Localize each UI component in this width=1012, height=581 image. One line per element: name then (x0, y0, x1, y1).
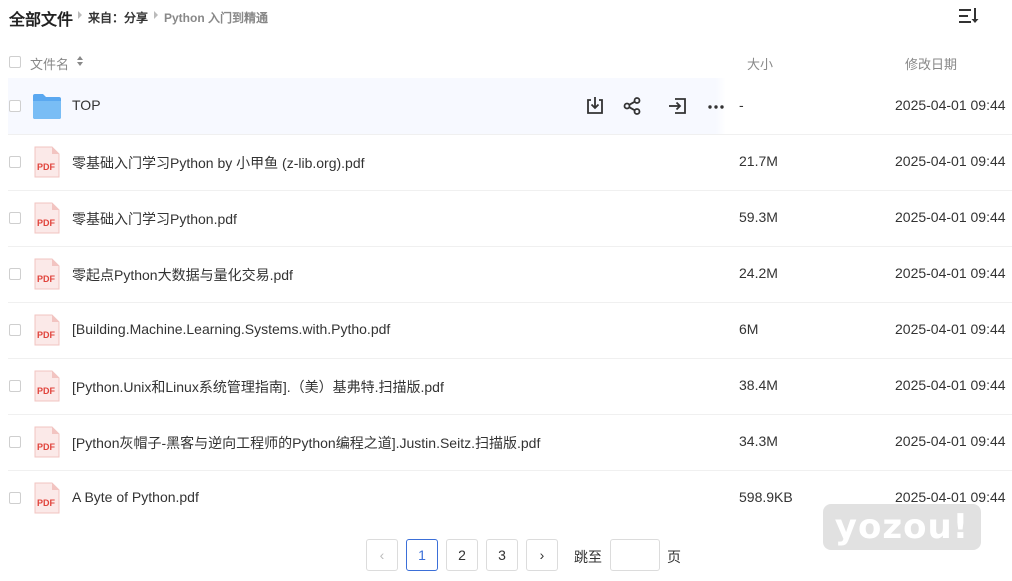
file-size: 34.3M (739, 433, 778, 449)
column-header-size: 大小 (747, 57, 774, 72)
file-date: 2025-04-01 09:44 (895, 265, 1006, 281)
file-size: 598.9KB (739, 489, 793, 505)
top-bar: 全部文件 来自：分享 Python 入门到精通 (0, 0, 1012, 34)
watermark-logo: yozou! (823, 504, 981, 550)
file-date: 2025-04-01 09:44 (895, 97, 1006, 113)
pdf-file-icon: PDF (32, 426, 62, 458)
page-button-1[interactable]: 1 (406, 539, 438, 571)
file-date: 2025-04-01 09:44 (895, 433, 1006, 449)
row-checkbox[interactable] (9, 492, 21, 504)
pdf-badge-text: PDF (37, 162, 56, 172)
row-checkbox[interactable] (9, 212, 21, 224)
breadcrumb-current: Python 入门到精通 (164, 11, 268, 25)
file-size: 38.4M (739, 377, 778, 393)
file-size: 59.3M (739, 209, 778, 225)
table-row[interactable]: PDF 零基础入门学习Python by 小甲鱼 (z-lib.org).pdf… (8, 134, 1012, 191)
pdf-file-icon: PDF (32, 314, 62, 346)
table-row[interactable]: PDF [Python灰帽子-黑客与逆向工程师的Python编程之道].Just… (8, 414, 1012, 471)
pdf-badge-text: PDF (37, 498, 56, 508)
jump-page-input[interactable] (610, 539, 660, 571)
save-to-icon[interactable] (666, 94, 690, 118)
table-header: 文件名 大小 修改日期 (0, 46, 1012, 78)
jump-to-label: 跳至 (574, 549, 602, 565)
page-suffix-label: 页 (667, 549, 681, 565)
more-icon[interactable] (704, 94, 728, 118)
select-all-checkbox[interactable] (9, 56, 21, 68)
page-title: 全部文件 (9, 12, 74, 29)
next-page-button[interactable]: › (526, 539, 558, 571)
table-row[interactable]: PDF 零基础入门学习Python.pdf 59.3M 2025-04-01 0… (8, 190, 1012, 247)
file-date: 2025-04-01 09:44 (895, 153, 1006, 169)
breadcrumb-separator-icon (78, 11, 82, 19)
sort-list-icon[interactable] (956, 6, 980, 26)
pdf-file-icon: PDF (32, 146, 62, 178)
file-name[interactable]: 零基础入门学习Python by 小甲鱼 (z-lib.org).pdf (72, 153, 365, 173)
pdf-file-icon: PDF (32, 370, 62, 402)
table-row[interactable]: PDF 零起点Python大数据与量化交易.pdf 24.2M 2025-04-… (8, 246, 1012, 303)
file-size: 6M (739, 321, 759, 337)
download-icon[interactable] (583, 94, 607, 118)
file-name[interactable]: TOP (72, 97, 101, 113)
file-date: 2025-04-01 09:44 (895, 489, 1006, 505)
prev-page-button[interactable]: ‹ (366, 539, 398, 571)
pdf-file-icon: PDF (32, 202, 62, 234)
file-name[interactable]: [Python灰帽子-黑客与逆向工程师的Python编程之道].Justin.S… (72, 433, 540, 453)
pdf-badge-text: PDF (37, 442, 56, 452)
folder-icon (32, 90, 62, 122)
file-date: 2025-04-01 09:44 (895, 209, 1006, 225)
pdf-badge-text: PDF (37, 386, 56, 396)
row-checkbox[interactable] (9, 268, 21, 280)
pdf-badge-text: PDF (37, 330, 56, 340)
file-size: - (739, 97, 744, 113)
table-row[interactable]: PDF [Python.Unix和Linux系统管理指南].（美）基弗特.扫描版… (8, 358, 1012, 415)
file-name[interactable]: 零起点Python大数据与量化交易.pdf (72, 265, 293, 285)
row-checkbox[interactable] (9, 380, 21, 392)
file-name[interactable]: [Building.Machine.Learning.Systems.with.… (72, 321, 390, 337)
sort-arrows-icon[interactable] (76, 55, 84, 67)
pdf-badge-text: PDF (37, 274, 56, 284)
page-button-2[interactable]: 2 (446, 539, 478, 571)
file-name[interactable]: 零基础入门学习Python.pdf (72, 209, 237, 229)
column-header-date: 修改日期 (905, 57, 958, 72)
row-checkbox[interactable] (9, 100, 21, 112)
file-date: 2025-04-01 09:44 (895, 377, 1006, 393)
file-name[interactable]: A Byte of Python.pdf (72, 489, 199, 505)
pdf-file-icon: PDF (32, 482, 62, 514)
breadcrumb-separator-icon (154, 11, 158, 19)
file-name[interactable]: [Python.Unix和Linux系统管理指南].（美）基弗特.扫描版.pdf (72, 377, 444, 397)
row-checkbox[interactable] (9, 324, 21, 336)
file-date: 2025-04-01 09:44 (895, 321, 1006, 337)
table-row[interactable]: PDF [Building.Machine.Learning.Systems.w… (8, 302, 1012, 359)
share-icon[interactable] (620, 94, 644, 118)
pdf-badge-text: PDF (37, 218, 56, 228)
breadcrumb-from[interactable]: 来自：分享 (88, 9, 148, 26)
column-header-name[interactable]: 文件名 (30, 54, 69, 73)
file-size: 24.2M (739, 265, 778, 281)
row-checkbox[interactable] (9, 156, 21, 168)
row-checkbox[interactable] (9, 436, 21, 448)
page-button-3[interactable]: 3 (486, 539, 518, 571)
table-row[interactable]: TOP - 2025-04-01 09:44 (8, 78, 1012, 135)
pdf-file-icon: PDF (32, 258, 62, 290)
file-size: 21.7M (739, 153, 778, 169)
